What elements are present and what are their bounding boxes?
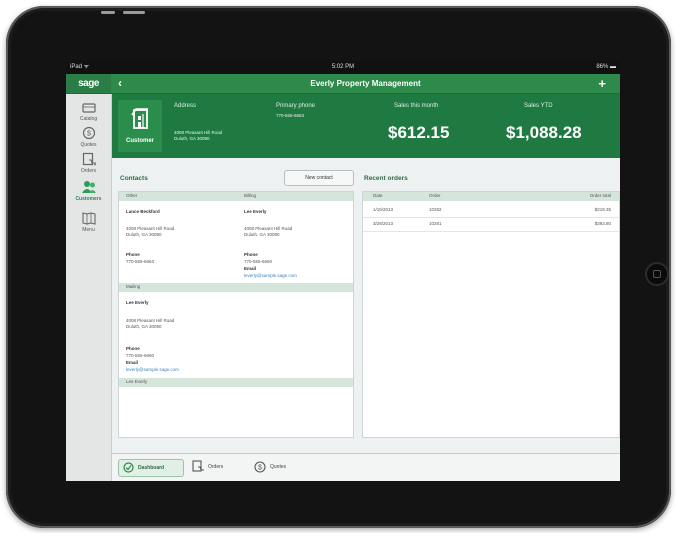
sales-month-label: Sales this month: [394, 103, 439, 109]
mailing-phone-label: Phone: [126, 346, 140, 351]
quotes-label: Quotes: [270, 464, 287, 470]
orders-total-header: Order total: [589, 193, 611, 198]
order-date: 3/28/2013: [373, 221, 394, 226]
battery-indicator: 86% ▬: [596, 64, 616, 70]
sidebar-item-customers[interactable]: Customers: [66, 180, 111, 202]
customer-detail: Customer Address 4008 Pleasant Hill Road…: [112, 94, 620, 481]
menu-icon: [81, 212, 96, 225]
sales-ytd-label: Sales YTD: [524, 103, 553, 109]
status-bar: iPad ᯤ 5:02 PM 86% ▬: [66, 61, 620, 74]
mailing-contact-name[interactable]: Lee Everly: [126, 300, 149, 306]
contacts-panel: Other Billing Lance Beckford 4008 Pleasa…: [118, 191, 354, 438]
sidebar-item-label: Catalog: [79, 116, 98, 122]
next-contact-header: Lee Everly: [126, 379, 148, 384]
sidebar-item-orders[interactable]: Orders: [66, 152, 111, 174]
billing-header: Billing: [244, 193, 257, 198]
orders-icon: [82, 152, 96, 166]
sidebar-item-catalog[interactable]: Catalog: [66, 102, 111, 122]
sidebar-item-menu[interactable]: Menu: [66, 211, 111, 233]
svg-text:$: $: [87, 131, 91, 138]
next-contact-header-row: Lee Everly: [119, 378, 353, 387]
billing-phone-value[interactable]: 770-555-6660: [244, 259, 272, 265]
device-button: [123, 11, 145, 14]
dashboard-button[interactable]: Dashboard: [118, 459, 184, 477]
sage-logo: sage: [66, 74, 111, 93]
orders-date-header: Date: [373, 193, 383, 198]
billing-contact-address: Duluth, GA 30090: [244, 232, 280, 237]
billing-email-link[interactable]: leverly@sample.sage.com: [244, 273, 297, 279]
address-label: Address: [174, 103, 197, 109]
sales-month-value: $612.15: [388, 123, 450, 142]
mailing-email-link[interactable]: leverly@sample.sage.com: [126, 367, 179, 373]
customer-badge-label: Customer: [125, 138, 154, 144]
building-icon: [131, 108, 148, 129]
new-contact-button[interactable]: New contact: [284, 170, 354, 186]
app-screen: iPad ᯤ 5:02 PM 86% ▬ sage ‹ Everly Prope…: [66, 61, 620, 481]
sidebar: Catalog $ Quotes Orders Customers Menu: [66, 94, 112, 481]
customer-summary: Customer Address 4008 Pleasant Hill Road…: [112, 94, 620, 158]
mailing-header: Mailing: [126, 284, 141, 289]
primary-phone-value[interactable]: 770-555-6663: [276, 113, 304, 119]
quotes-icon: $: [82, 126, 95, 140]
order-total: $218.35: [594, 207, 611, 212]
billing-contact-name[interactable]: Lee Everly: [244, 209, 267, 215]
dashboard-label: Dashboard: [138, 465, 165, 471]
other-phone-value[interactable]: 770-555-6663: [126, 259, 154, 265]
quotes-icon: $: [254, 461, 266, 473]
nav-bar: sage ‹ Everly Property Management +: [66, 74, 620, 94]
customers-icon: [81, 181, 96, 193]
order-number: 10281: [429, 221, 442, 226]
order-total: $393.80: [594, 221, 611, 226]
contacts-header-row: Other Billing: [119, 192, 353, 201]
mailing-contact-address: Duluth, GA 30090: [126, 324, 162, 329]
page-title: Everly Property Management: [310, 79, 421, 88]
home-button[interactable]: [645, 262, 669, 286]
bottom-toolbar: Dashboard Orders $ Quotes: [112, 453, 620, 481]
device-button: [101, 11, 115, 14]
other-header: Other: [126, 193, 138, 198]
contacts-title: Contacts: [120, 175, 148, 182]
order-date: 1/15/2013: [373, 207, 394, 212]
catalog-icon: [81, 103, 96, 113]
clock: 5:02 PM: [331, 64, 355, 70]
address-line2: Duluth, GA 30090: [174, 136, 210, 141]
other-contact-name[interactable]: Lance Beckford: [126, 209, 160, 215]
orders-label: Orders: [208, 464, 224, 470]
orders-tab-button[interactable]: Orders: [192, 459, 242, 475]
primary-phone-label: Primary phone: [276, 103, 316, 109]
orders-icon: [192, 460, 204, 472]
svg-text:$: $: [258, 464, 262, 471]
mailing-phone-value[interactable]: 770-555-6660: [126, 353, 154, 359]
sales-ytd-value: $1,088.28: [506, 123, 582, 142]
mailing-header-row: Mailing: [119, 283, 353, 292]
table-row[interactable]: 1/15/2013 10282 $218.35: [363, 204, 619, 218]
dashboard-icon: [123, 462, 134, 473]
billing-phone-label: Phone: [244, 252, 258, 257]
sidebar-item-label: Orders: [80, 168, 97, 174]
sidebar-item-label: Customers: [75, 196, 102, 202]
orders-number-header: Order: [429, 193, 441, 198]
billing-email-label: Email: [244, 266, 257, 271]
orders-header-row: Date Order Order total: [363, 192, 619, 201]
recent-orders-panel: Date Order Order total 1/15/2013 10282 $…: [362, 191, 620, 438]
mailing-email-label: Email: [126, 360, 139, 365]
quotes-tab-button[interactable]: $ Quotes: [254, 459, 304, 475]
recent-orders-title: Recent orders: [364, 175, 408, 182]
order-number: 10282: [429, 207, 442, 212]
other-phone-label: Phone: [126, 252, 140, 257]
customer-badge: Customer: [118, 100, 162, 152]
other-contact-address: Duluth, GA 30090: [126, 232, 162, 237]
sidebar-item-label: Quotes: [80, 142, 97, 148]
sidebar-item-label: Menu: [82, 227, 95, 233]
sidebar-item-quotes[interactable]: $ Quotes: [66, 126, 111, 148]
table-row[interactable]: 3/28/2013 10281 $393.80: [363, 218, 619, 232]
add-button[interactable]: +: [598, 74, 606, 93]
